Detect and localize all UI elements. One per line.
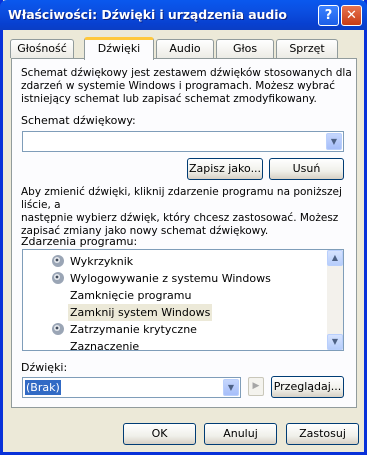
tab-voice[interactable]: Głos	[216, 39, 274, 58]
close-button[interactable]: ✕	[341, 5, 362, 26]
chevron-down-icon[interactable]: ▼	[326, 133, 342, 150]
play-icon[interactable]: ▶	[248, 377, 264, 396]
apply-button[interactable]: Zastosuj	[286, 423, 359, 445]
vertical-scrollbar[interactable]: ▲ ▼	[327, 250, 343, 350]
cancel-button[interactable]: Anuluj	[204, 423, 277, 445]
sound-value: (Brak)	[25, 380, 61, 395]
sounds-panel: Schemat dźwiękowy jest zestawem dźwięków…	[11, 58, 357, 408]
speaker-icon	[52, 255, 64, 267]
tab-volume[interactable]: Głośność	[10, 39, 74, 58]
window-title: Właściwości: Dźwięki i urządzenia audio	[8, 7, 287, 22]
scheme-description: Schemat dźwiękowy jest zestawem dźwięków…	[21, 67, 352, 105]
dialog-window: Właściwości: Dźwięki i urządzenia audio …	[0, 0, 367, 455]
events-label: Zdarzenia programu:	[21, 235, 138, 248]
close-icon: ✕	[346, 8, 357, 23]
chevron-down-icon[interactable]: ▼	[223, 379, 239, 396]
delete-button[interactable]: Usuń	[269, 158, 344, 180]
scheme-label: Schemat dźwiękowy:	[21, 114, 136, 127]
sound-dropdown[interactable]: (Brak) ▼	[22, 377, 241, 398]
help-icon: ?	[324, 8, 333, 23]
sounds-label: Dźwięki:	[21, 361, 68, 374]
title-bar[interactable]: Właściwości: Dźwięki i urządzenia audio …	[0, 0, 367, 30]
help-button[interactable]: ?	[318, 5, 339, 26]
tab-sounds[interactable]: Dźwięki	[84, 37, 154, 60]
speaker-icon	[52, 272, 64, 284]
speaker-icon	[52, 323, 64, 335]
ok-button[interactable]: OK	[123, 423, 196, 445]
events-description: Aby zmienić dźwięki, kliknij zdarzenie p…	[21, 186, 342, 237]
tab-hardware[interactable]: Sprzęt	[276, 39, 338, 58]
program-events-list[interactable]: Wykrzyknik Wylogowywanie z systemu Windo…	[22, 249, 344, 351]
tab-audio[interactable]: Audio	[156, 39, 214, 58]
scroll-up-icon[interactable]: ▲	[327, 250, 343, 266]
save-as-button[interactable]: Zapisz jako...	[187, 158, 263, 180]
scheme-dropdown[interactable]: ▼	[22, 131, 344, 152]
browse-button[interactable]: Przeglądaj...	[271, 376, 344, 398]
scroll-down-icon[interactable]: ▼	[327, 334, 343, 350]
